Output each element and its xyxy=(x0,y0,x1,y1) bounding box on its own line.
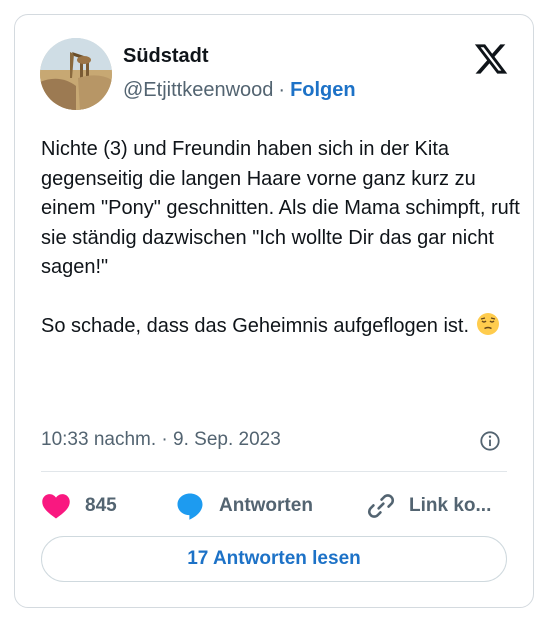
copy-link-label: Link ko... xyxy=(409,495,492,516)
info-icon[interactable] xyxy=(479,430,501,452)
like-button[interactable]: 845 xyxy=(41,489,117,523)
tweet-body: Nichte (3) und Freundin haben sich in de… xyxy=(41,138,520,337)
avatar-image xyxy=(40,38,112,110)
divider xyxy=(41,471,507,472)
author-name[interactable]: Südstadt xyxy=(123,45,209,68)
author-handle[interactable]: @Etjittkeenwood xyxy=(123,79,273,101)
pensive-face-emoji xyxy=(476,313,499,335)
avatar[interactable] xyxy=(40,38,112,110)
tweet-timestamp[interactable]: 10:33 nachm. · 9. Sep. 2023 xyxy=(41,429,281,451)
reply-bubble-icon xyxy=(177,493,203,520)
x-logo-icon[interactable] xyxy=(473,41,509,77)
separator: · xyxy=(278,79,286,101)
author-handle-row: @Etjittkeenwood · Folgen xyxy=(123,79,356,102)
reply-button[interactable]: Antworten xyxy=(175,489,313,523)
read-replies-button[interactable]: 17 Antworten lesen xyxy=(41,536,507,582)
follow-button[interactable]: Folgen xyxy=(290,79,356,101)
tweet-text: Nichte (3) und Freundin haben sich in de… xyxy=(41,135,521,342)
copy-link-button[interactable]: Link ko... xyxy=(367,489,491,523)
action-bar: 845 Antworten Link ko... xyxy=(41,489,511,523)
heart-icon xyxy=(42,494,70,519)
reply-label: Antworten xyxy=(219,495,313,516)
like-count: 845 xyxy=(85,495,117,516)
tweet-card: Südstadt @Etjittkeenwood · Folgen Nichte (… xyxy=(14,14,534,608)
link-icon xyxy=(367,494,395,518)
